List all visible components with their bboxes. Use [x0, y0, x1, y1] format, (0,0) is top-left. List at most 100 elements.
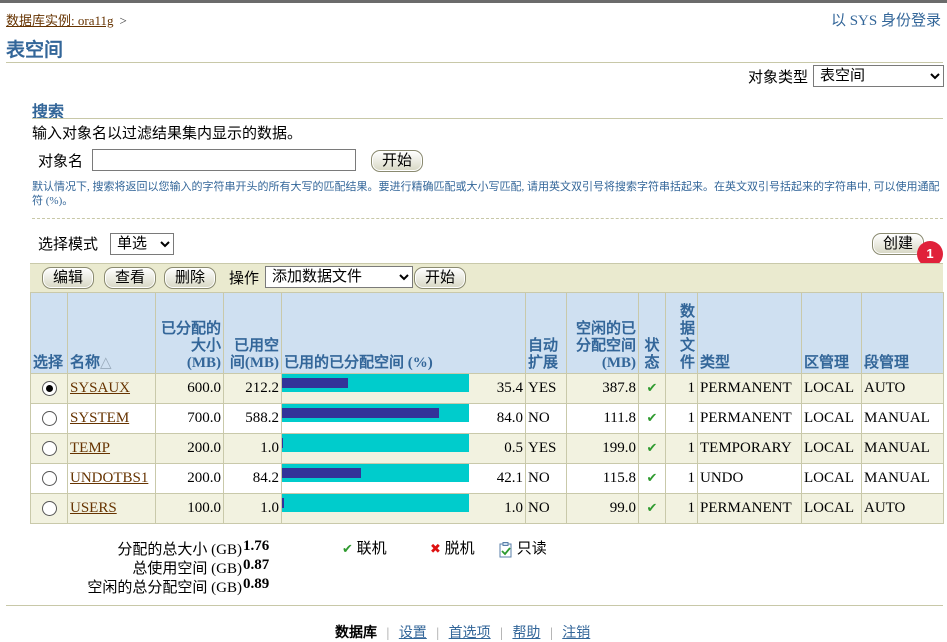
col-datafiles[interactable]: 数据文件	[665, 292, 698, 374]
tablespace-name-link[interactable]: UNDOTBS1	[70, 470, 148, 486]
login-status: 以 SYS 身份登录	[830, 13, 941, 29]
col-used[interactable]: 已用空间(MB)	[223, 292, 282, 374]
row-radio[interactable]	[41, 441, 57, 457]
col-free[interactable]: 空闲的已分配空间(MB)	[566, 292, 639, 374]
table-row[interactable]: SYSTEM 700.0 588.2 84.0 NO 111.8 ✔ 1 PERMANENT LO…	[30, 403, 944, 434]
row-allocated: 100.0	[155, 493, 224, 524]
footer-link-help[interactable]: 帮助	[512, 626, 540, 641]
col-autoextend[interactable]: 自动扩展	[525, 292, 567, 374]
online-check-icon: ✔	[646, 501, 658, 516]
object-name-label: 对象名	[38, 154, 84, 170]
delete-button[interactable]: 删除	[164, 267, 217, 289]
action-select[interactable]: 添加数据文件	[265, 266, 413, 288]
row-free: 199.0	[566, 433, 639, 464]
row-free: 111.8	[566, 403, 639, 434]
row-name-cell: UNDOTBS1	[67, 463, 156, 494]
table-row[interactable]: SYSAUX 600.0 212.2 35.4 YES 387.8 ✔ 1 PERMANENT L…	[30, 373, 944, 404]
sort-asc-icon[interactable]: △	[100, 355, 112, 371]
table-row[interactable]: TEMP 200.0 1.0 0.5 YES 199.0 ✔ 1 TEMPORARY LOCAL M…	[30, 433, 944, 464]
row-segment: MANUAL	[861, 463, 944, 494]
row-radio[interactable]	[41, 411, 57, 427]
legend-offline-label: 脱机	[444, 541, 475, 557]
search-hint: 默认情况下, 搜索将返回以您输入的字符串开头的所有大写的匹配结果。要进行精确匹配…	[32, 181, 940, 207]
usage-bar	[282, 374, 469, 392]
row-select-cell	[30, 433, 68, 464]
search-go-button[interactable]: 开始	[371, 150, 424, 172]
selection-mode-label: 选择模式	[38, 237, 99, 253]
row-datafiles: 1	[665, 433, 698, 464]
row-allocated: 200.0	[155, 433, 224, 464]
total-used-label: 总使用空间 (GB)	[132, 561, 242, 577]
total-free-label: 空闲的总分配空间 (GB)	[87, 580, 242, 596]
col-allocated[interactable]: 已分配的大小(MB)	[155, 292, 224, 374]
online-check-icon: ✔	[646, 471, 658, 486]
col-segment[interactable]: 段管理	[861, 292, 944, 374]
usage-bar-fill	[282, 408, 440, 418]
row-radio[interactable]	[41, 381, 57, 397]
row-used: 588.2	[223, 403, 282, 434]
row-extent: LOCAL	[801, 403, 862, 434]
row-used-pct-cell: 42.1	[281, 463, 526, 494]
row-allocated: 200.0	[155, 463, 224, 494]
tablespace-name-link[interactable]: SYSTEM	[70, 410, 129, 426]
legend-online-label: 联机	[356, 541, 387, 557]
row-datafiles: 1	[665, 463, 698, 494]
table-toolbar: 编辑 查看 删除 操作 添加数据文件 开始	[30, 263, 943, 293]
total-used-value: 0.87	[243, 557, 270, 573]
action-go-button[interactable]: 开始	[414, 267, 467, 289]
action-label: 操作	[229, 271, 260, 287]
search-divider	[32, 118, 943, 119]
footer-link-logout[interactable]: 注销	[562, 626, 590, 641]
footer-link-preferences[interactable]: 首选项	[449, 626, 491, 641]
col-type[interactable]: 类型	[697, 292, 802, 374]
row-segment: MANUAL	[861, 433, 944, 464]
row-select-cell	[30, 403, 68, 434]
row-used: 84.2	[223, 463, 282, 494]
page-title: 表空间	[6, 40, 64, 61]
row-status-cell: ✔	[638, 493, 666, 524]
row-used-pct-cell: 84.0	[281, 403, 526, 434]
tablespace-name-link[interactable]: SYSAUX	[70, 380, 130, 396]
breadcrumb-link-instance[interactable]: 数据库实例: ora11g	[6, 13, 113, 28]
footer-link-database[interactable]: 数据库	[335, 626, 377, 641]
row-used: 1.0	[223, 493, 282, 524]
col-used-pct[interactable]: 已用的已分配空间 (%)	[281, 292, 526, 374]
row-used-pct: 84.0	[496, 410, 523, 426]
view-button[interactable]: 查看	[104, 267, 157, 289]
legend-online: ✔ 联机	[342, 537, 387, 558]
col-extent[interactable]: 区管理	[801, 292, 862, 374]
offline-x-icon: ✖	[430, 542, 441, 557]
table-row[interactable]: UNDOTBS1 200.0 84.2 42.1 NO 115.8 ✔ 1 UNDO LOCAL M…	[30, 463, 944, 494]
row-radio[interactable]	[41, 471, 57, 487]
object-name-input[interactable]	[92, 149, 356, 171]
row-select-cell	[30, 373, 68, 404]
col-status[interactable]: 状态	[638, 292, 666, 374]
legend-offline: ✖ 脱机	[430, 537, 475, 558]
readonly-icon	[499, 541, 512, 558]
row-used-pct: 1.0	[504, 500, 523, 516]
row-autoextend: NO	[525, 403, 567, 434]
object-type-select[interactable]: 表空间	[813, 65, 944, 87]
footer-link-setup[interactable]: 设置	[399, 626, 427, 641]
row-segment: AUTO	[861, 493, 944, 524]
row-autoextend: NO	[525, 463, 567, 494]
tablespace-name-link[interactable]: TEMP	[70, 440, 110, 456]
title-divider	[6, 62, 943, 63]
col-name[interactable]: 名称△	[67, 292, 156, 374]
row-status-cell: ✔	[638, 463, 666, 494]
row-radio[interactable]	[41, 501, 57, 517]
online-check-icon: ✔	[646, 411, 658, 426]
row-status-cell: ✔	[638, 433, 666, 464]
row-extent: LOCAL	[801, 463, 862, 494]
col-name-label: 名称	[70, 355, 101, 371]
row-used-pct-cell: 35.4	[281, 373, 526, 404]
edit-button[interactable]: 编辑	[42, 267, 95, 289]
tablespace-name-link[interactable]: USERS	[70, 500, 117, 516]
row-extent: LOCAL	[801, 373, 862, 404]
selection-mode-select[interactable]: 单选	[110, 233, 174, 255]
legend-readonly-label: 只读	[516, 541, 547, 557]
row-type: UNDO	[697, 463, 802, 494]
table-row[interactable]: USERS 100.0 1.0 1.0 NO 99.0 ✔ 1 PERMANENT LOCAL AU…	[30, 493, 944, 524]
usage-bar	[282, 464, 469, 482]
row-allocated: 700.0	[155, 403, 224, 434]
